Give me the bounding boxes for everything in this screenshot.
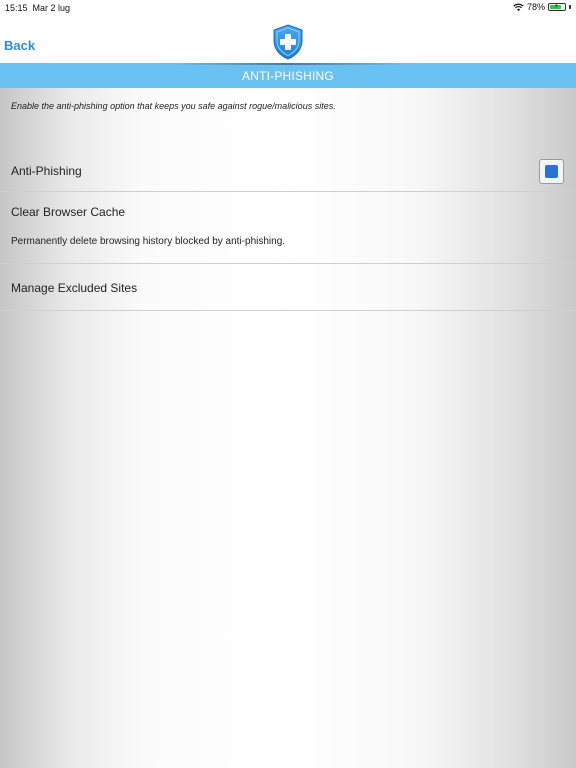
checkbox-checked-indicator bbox=[545, 165, 558, 178]
page-title: ANTI-PHISHING bbox=[242, 69, 334, 83]
status-right: 78% ⚡ bbox=[513, 2, 571, 12]
clear-browser-cache-button[interactable]: Clear Browser Cache bbox=[11, 205, 125, 219]
divider bbox=[0, 310, 576, 311]
divider bbox=[0, 263, 576, 264]
wifi-icon bbox=[513, 3, 524, 11]
battery-icon: ⚡ bbox=[548, 3, 566, 11]
divider bbox=[0, 191, 576, 192]
anti-phishing-label: Anti-Phishing bbox=[11, 164, 82, 178]
back-button[interactable]: Back bbox=[4, 38, 35, 53]
status-date: Mar 2 lug bbox=[32, 3, 71, 13]
charging-bolt-icon: ⚡ bbox=[554, 3, 559, 10]
clear-browser-cache-subtitle: Permanently delete browsing history bloc… bbox=[11, 236, 286, 247]
anti-phishing-checkbox[interactable] bbox=[539, 159, 564, 184]
page-title-bar: ANTI-PHISHING bbox=[0, 63, 576, 88]
battery-percent: 78% bbox=[526, 2, 545, 12]
manage-excluded-sites-button[interactable]: Manage Excluded Sites bbox=[11, 281, 137, 295]
status-bar: 15:15 Mar 2 lug 78% ⚡ bbox=[0, 0, 576, 16]
status-time: 15:15 bbox=[5, 3, 28, 13]
nav-bar: Back bbox=[0, 16, 576, 63]
shield-plus-icon bbox=[273, 24, 303, 60]
status-time-date: 15:15 Mar 2 lug bbox=[5, 3, 70, 13]
battery-tip bbox=[569, 5, 571, 9]
settings-content: Enable the anti-phishing option that kee… bbox=[0, 88, 576, 768]
title-bar-accent-line bbox=[170, 63, 406, 65]
anti-phishing-description: Enable the anti-phishing option that kee… bbox=[11, 101, 336, 111]
